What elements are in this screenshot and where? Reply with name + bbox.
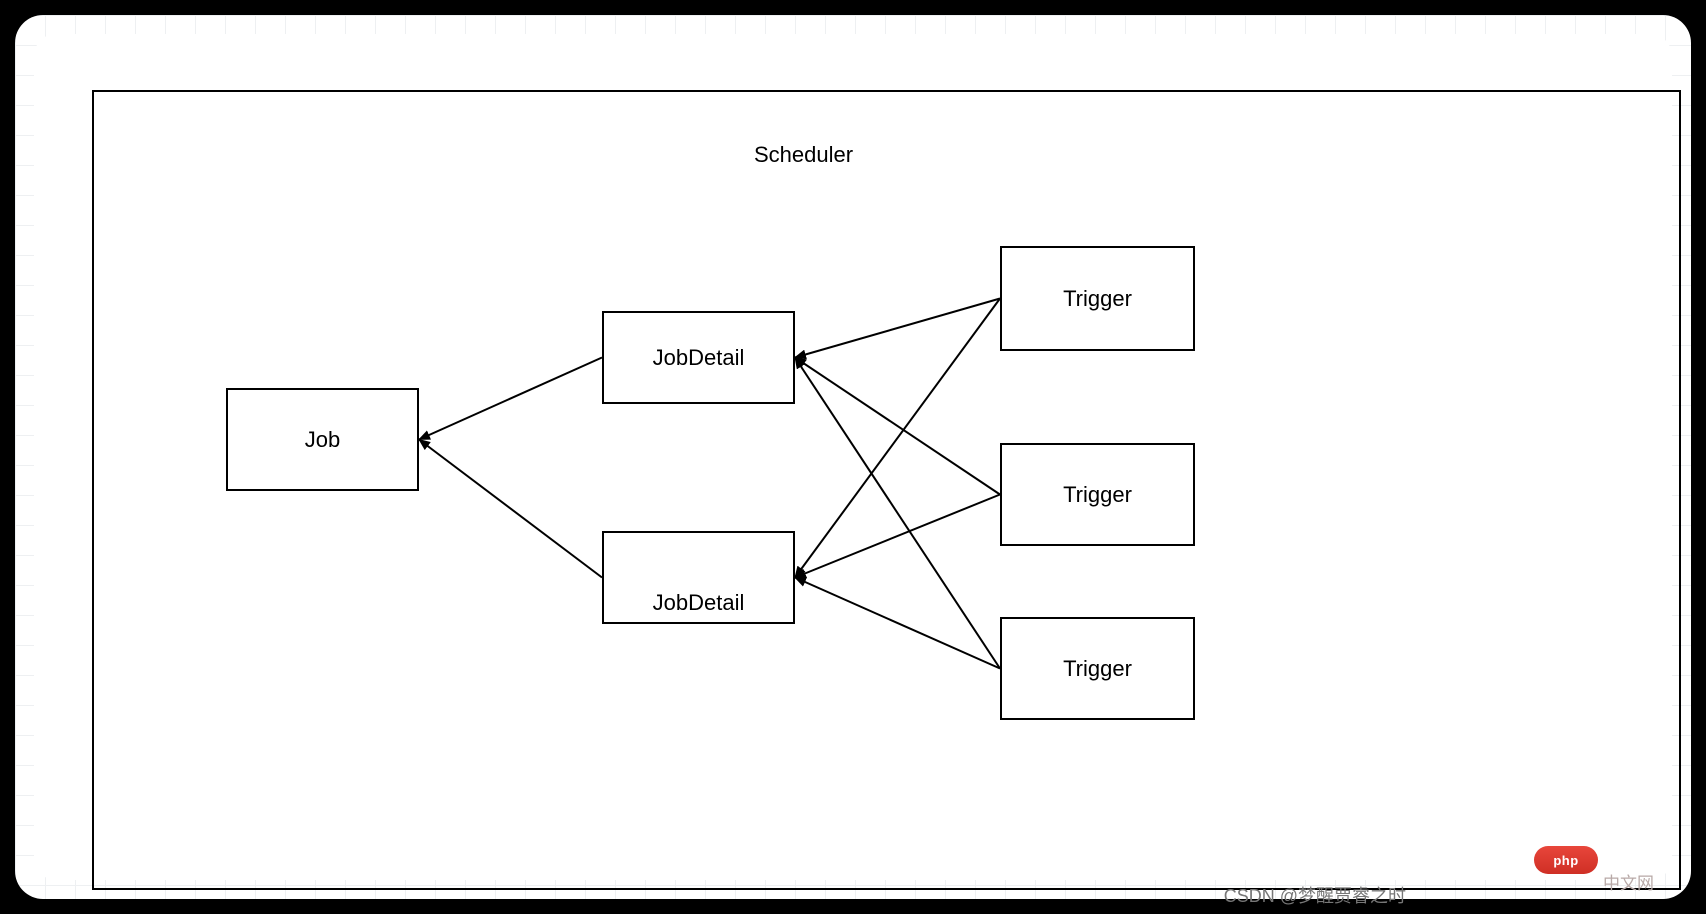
node-label: Trigger: [1063, 656, 1132, 682]
node-label: Trigger: [1063, 286, 1132, 312]
watermark-text: CSDN @梦醒贾睿之时: [1224, 882, 1406, 908]
node-label: Job: [305, 427, 340, 453]
scheduler-title: Scheduler: [754, 142, 853, 168]
node-trigger-1: Trigger: [1000, 246, 1195, 351]
node-trigger-2: Trigger: [1000, 443, 1195, 546]
php-badge: php: [1534, 846, 1598, 874]
node-label: Trigger: [1063, 482, 1132, 508]
diagram-panel: Scheduler Job JobDetail JobDetail Trigge…: [34, 34, 1672, 880]
node-jobdetail-1: JobDetail: [602, 311, 795, 404]
node-label: JobDetail: [653, 590, 745, 616]
node-job: Job: [226, 388, 419, 491]
node-trigger-3: Trigger: [1000, 617, 1195, 720]
php-cn-text: 中文网: [1603, 869, 1654, 894]
node-jobdetail-2: JobDetail: [602, 531, 795, 624]
node-label: JobDetail: [653, 345, 745, 371]
